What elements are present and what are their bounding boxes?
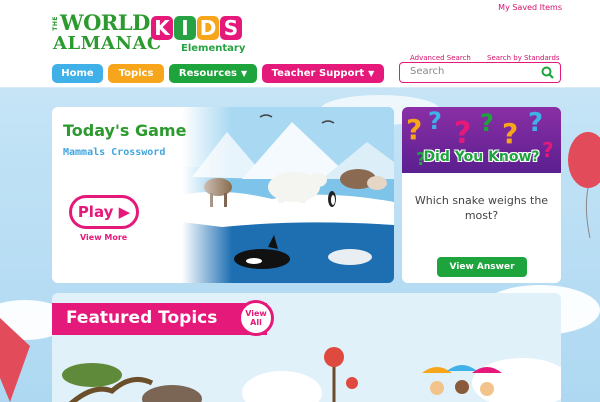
nav-topics[interactable]: Topics xyxy=(108,64,164,83)
nav-home[interactable]: Home xyxy=(52,64,103,83)
logo-kids-letter: S xyxy=(220,16,242,40)
search-input[interactable]: Search xyxy=(410,66,444,77)
kite-icon xyxy=(0,318,30,402)
play-icon: ▶ xyxy=(118,203,131,221)
logo-kids-letter: I xyxy=(174,16,196,40)
play-button[interactable]: Play ▶ xyxy=(69,195,139,229)
featured-topic-images[interactable] xyxy=(52,343,561,402)
svg-text:?: ? xyxy=(502,117,518,150)
svg-text:?: ? xyxy=(454,116,471,151)
logo-elementary: Elementary xyxy=(181,43,246,54)
balloon-icon xyxy=(568,132,600,239)
chevron-down-icon: ▼ xyxy=(240,69,248,78)
logo-kids-letter: D xyxy=(197,16,219,40)
did-you-know-title: Did You Know? xyxy=(423,149,540,165)
advanced-search-link[interactable]: Advanced Search xyxy=(410,54,471,62)
nav-resources-label: Resources xyxy=(178,68,237,79)
saved-items-link[interactable]: My Saved Items xyxy=(498,3,562,12)
main-nav: Home Topics Resources ▼ Teacher Support ▼ xyxy=(52,64,384,83)
search-box[interactable]: Search xyxy=(399,62,561,83)
search-by-standards-link[interactable]: Search by Standards xyxy=(487,54,560,62)
featured-topics-title: Featured Topics xyxy=(66,308,218,328)
featured-topics-section: Featured Topics View All xyxy=(52,293,561,402)
logo-world: WORLD xyxy=(60,10,150,35)
svg-text:?: ? xyxy=(406,113,422,146)
did-you-know-question: Which snake weighs the most? xyxy=(414,194,549,222)
chevron-down-icon: ▼ xyxy=(368,69,375,78)
todays-game-panel: Today's Game Mammals Crossword Play ▶ Vi… xyxy=(52,107,394,283)
view-answer-button[interactable]: View Answer xyxy=(437,257,527,277)
view-all-button[interactable]: View All xyxy=(238,300,274,336)
did-you-know-panel: ? ? ? ? ? ? ? ? Did You Know? Which snak… xyxy=(402,107,561,283)
logo-kids-letter: K xyxy=(151,16,173,40)
site-header: My Saved Items THE WORLD ALMANAC K I D S… xyxy=(0,0,600,88)
view-all-label-1: View xyxy=(245,309,267,318)
nav-home-label: Home xyxy=(61,68,94,79)
view-more-link[interactable]: View More xyxy=(80,233,127,242)
logo-kids: K I D S xyxy=(151,16,242,40)
svg-text:?: ? xyxy=(428,107,442,135)
nav-topics-label: Topics xyxy=(118,68,154,79)
featured-topics-header: Featured Topics xyxy=(52,303,267,335)
nav-teacher-support-label: Teacher Support xyxy=(271,68,365,79)
view-all-label-2: All xyxy=(250,318,262,327)
scene-fade xyxy=(182,107,232,283)
logo-the: THE xyxy=(52,16,59,31)
game-subtitle[interactable]: Mammals Crossword xyxy=(63,147,165,158)
play-label: Play xyxy=(77,203,114,221)
nav-resources[interactable]: Resources ▼ xyxy=(169,64,257,83)
svg-text:?: ? xyxy=(528,108,543,138)
svg-text:?: ? xyxy=(480,109,494,137)
search-icon[interactable] xyxy=(541,66,554,79)
todays-game-title: Today's Game xyxy=(63,121,187,140)
nav-teacher-support[interactable]: Teacher Support ▼ xyxy=(262,64,384,83)
logo-almanac: ALMANAC xyxy=(53,33,162,54)
